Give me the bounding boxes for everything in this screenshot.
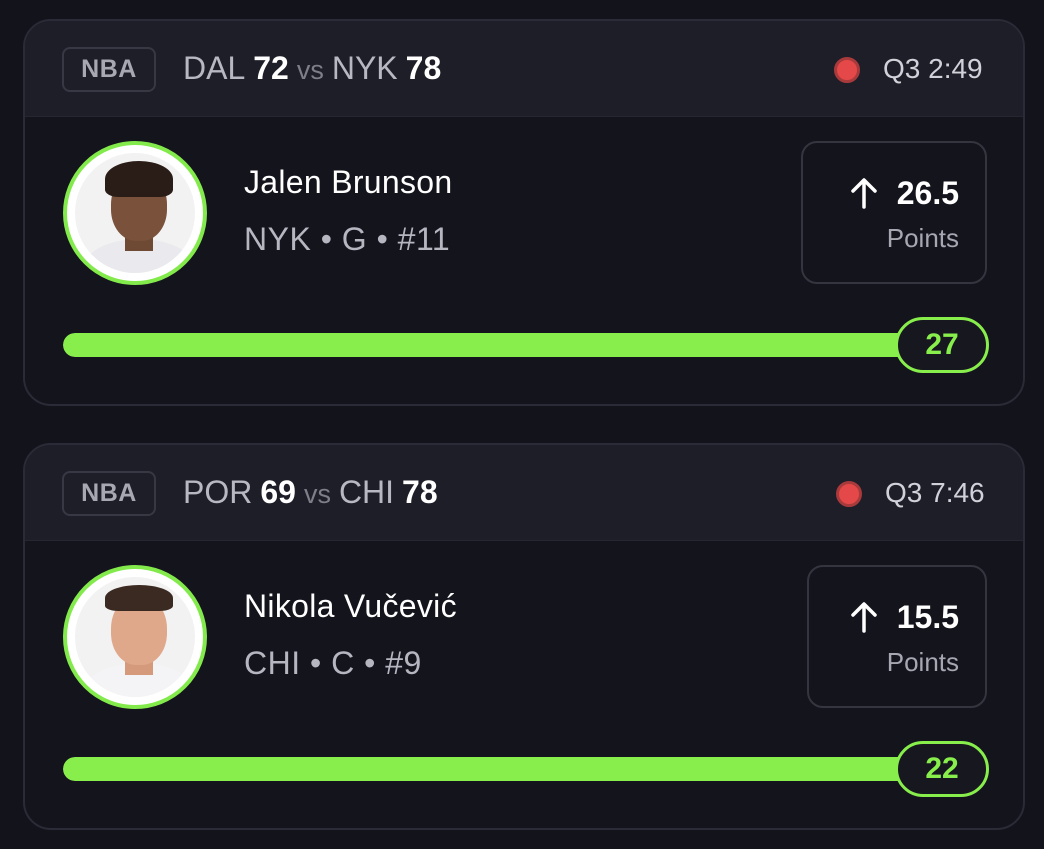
current-value-badge: 22	[895, 741, 989, 797]
away-score: 69	[260, 474, 296, 510]
away-score: 72	[253, 50, 289, 86]
game-matchup: POR 69 vs CHI 78	[183, 471, 438, 513]
progress-bar	[63, 757, 963, 781]
away-team: DAL	[183, 50, 246, 86]
player-avatar	[63, 141, 207, 285]
player-prop-card[interactable]: NBA DAL 72 vs NYK 78 Q3 2:49 Jalen Bruns…	[23, 19, 1025, 406]
game-clock: Q3 2:49	[883, 53, 983, 84]
home-team: CHI	[338, 474, 395, 510]
player-prop-card[interactable]: NBA POR 69 vs CHI 78 Q3 7:46 Nikola Vuče…	[23, 443, 1025, 830]
prop-line-box[interactable]: 15.5 Points	[807, 565, 987, 708]
home-score: 78	[402, 474, 438, 510]
game-header: NBA DAL 72 vs NYK 78 Q3 2:49	[25, 21, 1023, 117]
prop-stat-type: Points	[886, 647, 959, 677]
current-value-badge: 27	[895, 317, 989, 373]
live-indicator-icon	[836, 481, 862, 507]
vs-label: vs	[296, 55, 324, 85]
away-team: POR	[183, 474, 253, 510]
vs-label: vs	[303, 479, 331, 509]
progress-fill	[63, 757, 963, 781]
game-header: NBA POR 69 vs CHI 78 Q3 7:46	[25, 445, 1023, 541]
game-clock: Q3 7:46	[885, 477, 985, 508]
live-indicator-icon	[834, 57, 860, 83]
player-name: Jalen Brunson	[244, 164, 453, 200]
game-matchup: DAL 72 vs NYK 78	[183, 47, 441, 89]
prop-line-value: 26.5	[896, 174, 959, 211]
up-arrow-icon	[850, 178, 877, 209]
player-team-position-number: NYK • G • #11	[244, 221, 451, 257]
player-avatar	[63, 565, 207, 709]
player-name: Nikola Vučević	[244, 588, 457, 624]
up-arrow-icon	[850, 602, 877, 633]
league-badge: NBA	[62, 471, 156, 516]
league-badge: NBA	[62, 47, 156, 92]
prop-line-value: 15.5	[896, 598, 959, 635]
player-team-position-number: CHI • C • #9	[244, 645, 422, 681]
home-score: 78	[405, 50, 442, 86]
progress-fill	[63, 333, 963, 357]
prop-stat-type: Points	[886, 223, 959, 253]
prop-line-box[interactable]: 26.5 Points	[801, 141, 987, 284]
progress-bar	[63, 333, 963, 357]
home-team: NYK	[331, 50, 398, 86]
